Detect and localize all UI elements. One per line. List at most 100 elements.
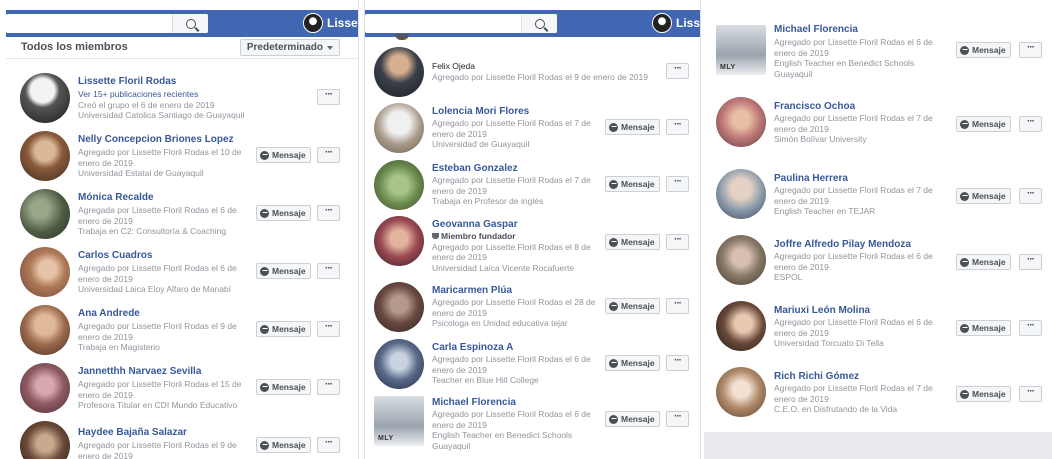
member-name[interactable]: Maricarmen Plúa [432,285,512,296]
member-avatar[interactable] [20,421,70,459]
recent-posts-link[interactable]: Ver 15+ publicaciones recientes [78,89,278,100]
more-options-button[interactable]: ··· [1019,254,1042,270]
more-options-button[interactable]: ··· [317,379,340,395]
more-options-button[interactable]: ··· [666,119,689,135]
member-avatar[interactable] [374,103,424,153]
member-avatar[interactable] [716,169,766,219]
member-name[interactable]: Mariuxi León Molina [774,305,870,316]
message-button[interactable]: Mensaje [956,42,1011,58]
section-title: Todos los miembros [21,41,128,53]
member-avatar[interactable] [374,339,424,389]
message-button[interactable]: Mensaje [605,234,660,250]
more-options-button[interactable]: ··· [317,205,340,221]
member-avatar[interactable] [374,47,424,97]
member-join-info: Agregado por Lissette Floril Rodas el 6 … [774,37,933,47]
more-options-button[interactable]: ··· [317,89,340,105]
more-options-button[interactable]: ··· [317,321,340,337]
member-avatar[interactable] [716,97,766,147]
more-options-button[interactable]: ··· [666,176,689,192]
member-avatar[interactable] [716,235,766,285]
more-options-button[interactable]: ··· [666,298,689,314]
search-button[interactable] [172,14,208,33]
message-label: Mensaje [972,191,1006,201]
message-label: Mensaje [272,266,306,276]
message-button[interactable]: Mensaje [256,379,311,395]
member-name[interactable]: Carlos Cuadros [78,250,152,261]
message-button[interactable]: Mensaje [956,116,1011,132]
member-name[interactable]: Jannetthh Narvaez Sevilla [78,366,201,377]
member-avatar[interactable] [20,363,70,413]
more-options-button[interactable]: ··· [666,411,689,427]
more-options-button[interactable]: ··· [666,234,689,250]
more-options-button[interactable]: ··· [1019,320,1042,336]
member-avatar[interactable]: MLY [374,396,424,446]
more-options-button[interactable]: ··· [317,437,340,453]
member-avatar[interactable] [20,247,70,297]
member-avatar[interactable] [374,160,424,210]
member-avatar[interactable] [20,73,70,123]
message-button[interactable]: Mensaje [256,321,311,337]
message-button[interactable]: Mensaje [956,188,1011,204]
more-options-button[interactable]: ··· [317,147,340,163]
member-details: Agregado por Lissette Floril Rodas el 6 … [78,263,250,295]
message-button[interactable]: Mensaje [605,298,660,314]
member-avatar[interactable]: MLY [716,25,766,75]
member-name[interactable]: Ana Andrede [78,308,140,319]
message-button[interactable]: Mensaje [605,355,660,371]
member-avatar[interactable] [374,216,424,266]
profile-link[interactable]: Lissette [303,13,358,33]
message-button[interactable]: Mensaje [256,437,311,453]
member-avatar[interactable] [20,131,70,181]
more-options-button[interactable]: ··· [1019,116,1042,132]
more-options-icon: ··· [1027,385,1035,397]
member-name[interactable]: Carla Espinoza A [432,342,513,353]
member-name[interactable]: Nelly Concepcion Briones Lopez [78,134,234,145]
member-join-date: enero de 2019 [432,185,487,196]
profile-link[interactable]: Lissette [652,13,700,33]
message-button[interactable]: Mensaje [956,254,1011,270]
more-options-button[interactable]: ··· [1019,386,1042,402]
message-button[interactable]: Mensaje [956,386,1011,402]
member-avatar[interactable] [716,301,766,351]
message-button[interactable]: Mensaje [256,263,311,279]
member-name[interactable]: Lissette Floril Rodas [78,76,176,87]
member-name[interactable]: Michael Florencia [774,24,858,35]
more-options-button[interactable]: ··· [1019,188,1042,204]
member-name[interactable]: Mónica Recalde [78,192,154,203]
member-name[interactable]: Joffre Alfredo Pilay Mendoza [774,239,911,250]
messenger-icon [609,179,618,189]
member-details: Agregado por Lissette Floril Rodas el 6 … [774,251,946,283]
more-options-button[interactable]: ··· [1019,42,1042,58]
member-name[interactable]: Lolencia Mori Flores [432,106,529,117]
member-avatar[interactable] [20,189,70,239]
member-name[interactable]: Esteban Gonzalez [432,163,518,174]
panel-3-background-strip [704,432,1052,459]
founder-badge: Miembro fundador [432,231,516,242]
message-button[interactable]: Mensaje [256,205,311,221]
search-input[interactable] [6,14,208,33]
members-panel-3: MLY Michael Florencia Agregado por Lisse… [704,0,1052,432]
more-options-button[interactable]: ··· [666,63,689,79]
message-button[interactable]: Mensaje [605,176,660,192]
message-button[interactable]: Mensaje [605,119,660,135]
message-button[interactable]: Mensaje [605,411,660,427]
member-name[interactable]: Geovanna Gaspar [432,219,518,230]
search-input[interactable] [365,14,557,33]
member-avatar[interactable] [20,305,70,355]
member-name[interactable]: Paulina Herrera [774,173,848,184]
member-name[interactable]: Rich Richi Gómez [774,371,859,382]
member-name[interactable]: Felix Ojeda [432,61,475,71]
member-name[interactable]: Michael Florencia [432,397,516,408]
sort-dropdown[interactable]: Predeterminado [239,39,340,56]
message-button[interactable]: Mensaje [956,320,1011,336]
member-name[interactable]: Haydee Bajaña Salazar [78,427,187,438]
member-avatar[interactable] [374,282,424,332]
message-button[interactable]: Mensaje [256,147,311,163]
search-button[interactable] [521,14,557,33]
member-affiliation: Universidad Catolica Santiago de Guayaqu… [78,110,245,121]
more-options-icon: ··· [674,297,682,309]
more-options-button[interactable]: ··· [666,355,689,371]
member-name[interactable]: Francisco Ochoa [774,101,855,112]
member-avatar[interactable] [716,367,766,417]
more-options-button[interactable]: ··· [317,263,340,279]
